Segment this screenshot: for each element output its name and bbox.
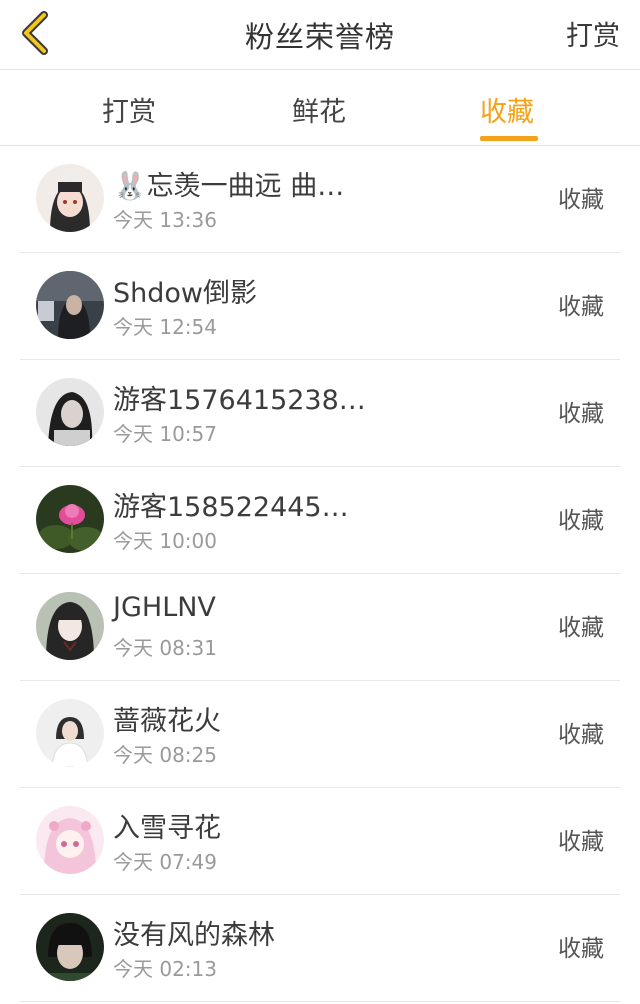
fan-time: 今天 02:13	[113, 957, 217, 981]
favorite-label: 收藏	[558, 936, 604, 962]
fan-name: 蔷薇花火	[113, 706, 221, 737]
tab-reward[interactable]: 打赏	[102, 90, 156, 129]
favorite-label: 收藏	[558, 187, 604, 213]
active-tab-indicator	[480, 136, 538, 141]
avatar	[36, 913, 104, 981]
reward-link[interactable]: 打赏	[566, 14, 620, 53]
avatar	[36, 806, 104, 874]
fan-name: Shdow倒影	[113, 278, 257, 309]
fan-time: 今天 08:31	[113, 636, 217, 660]
avatar	[36, 485, 104, 553]
list-item[interactable]: 游客158522445… 今天 10:00 收藏	[20, 467, 620, 574]
fan-name: 游客158522445…	[113, 492, 349, 523]
avatar	[36, 271, 104, 339]
avatar	[36, 164, 104, 232]
fan-name: 游客1576415238…	[113, 385, 366, 416]
fan-name: 没有风的森林	[113, 920, 275, 951]
list-item[interactable]: 🐰忘羡一曲远 曲… 今天 13:36 收藏	[20, 146, 620, 253]
list-item[interactable]: 入雪寻花 今天 07:49 收藏	[20, 788, 620, 895]
favorite-label: 收藏	[558, 722, 604, 748]
fan-name: JGHLNV	[113, 592, 216, 623]
favorite-label: 收藏	[558, 294, 604, 320]
tab-flowers[interactable]: 鲜花	[292, 90, 346, 129]
fan-time: 今天 10:57	[113, 422, 217, 446]
page-title: 粉丝荣誉榜	[244, 20, 395, 54]
fan-time: 今天 13:36	[113, 208, 217, 232]
favorite-label: 收藏	[558, 829, 604, 855]
avatar	[36, 378, 104, 446]
top-bar: 粉丝荣誉榜 打赏	[0, 0, 640, 70]
list-item[interactable]: 蔷薇花火 今天 08:25 收藏	[20, 681, 620, 788]
fan-name: 入雪寻花	[113, 813, 221, 844]
fan-name: 🐰忘羡一曲远 曲…	[113, 171, 345, 202]
favorite-label: 收藏	[558, 401, 604, 427]
tab-favorites[interactable]: 收藏	[480, 90, 534, 129]
favorite-label: 收藏	[558, 615, 604, 641]
avatar	[36, 592, 104, 660]
fan-time: 今天 10:00	[113, 529, 217, 553]
list-item[interactable]: Shdow倒影 今天 12:54 收藏	[20, 253, 620, 360]
avatar	[36, 699, 104, 767]
fan-time: 今天 07:49	[113, 850, 217, 874]
list-item[interactable]: 没有风的森林 今天 02:13 收藏	[20, 895, 620, 1002]
list-item[interactable]: 游客1576415238… 今天 10:57 收藏	[20, 360, 620, 467]
favorite-label: 收藏	[558, 508, 604, 534]
fan-time: 今天 08:25	[113, 743, 217, 767]
fan-time: 今天 12:54	[113, 315, 217, 339]
fan-list: 🐰忘羡一曲远 曲… 今天 13:36 收藏 Shdow倒影 今天 12:54 收…	[0, 146, 640, 1002]
list-item[interactable]: JGHLNV 今天 08:31 收藏	[20, 574, 620, 681]
tab-bar: 打赏 鲜花 收藏	[0, 70, 640, 146]
